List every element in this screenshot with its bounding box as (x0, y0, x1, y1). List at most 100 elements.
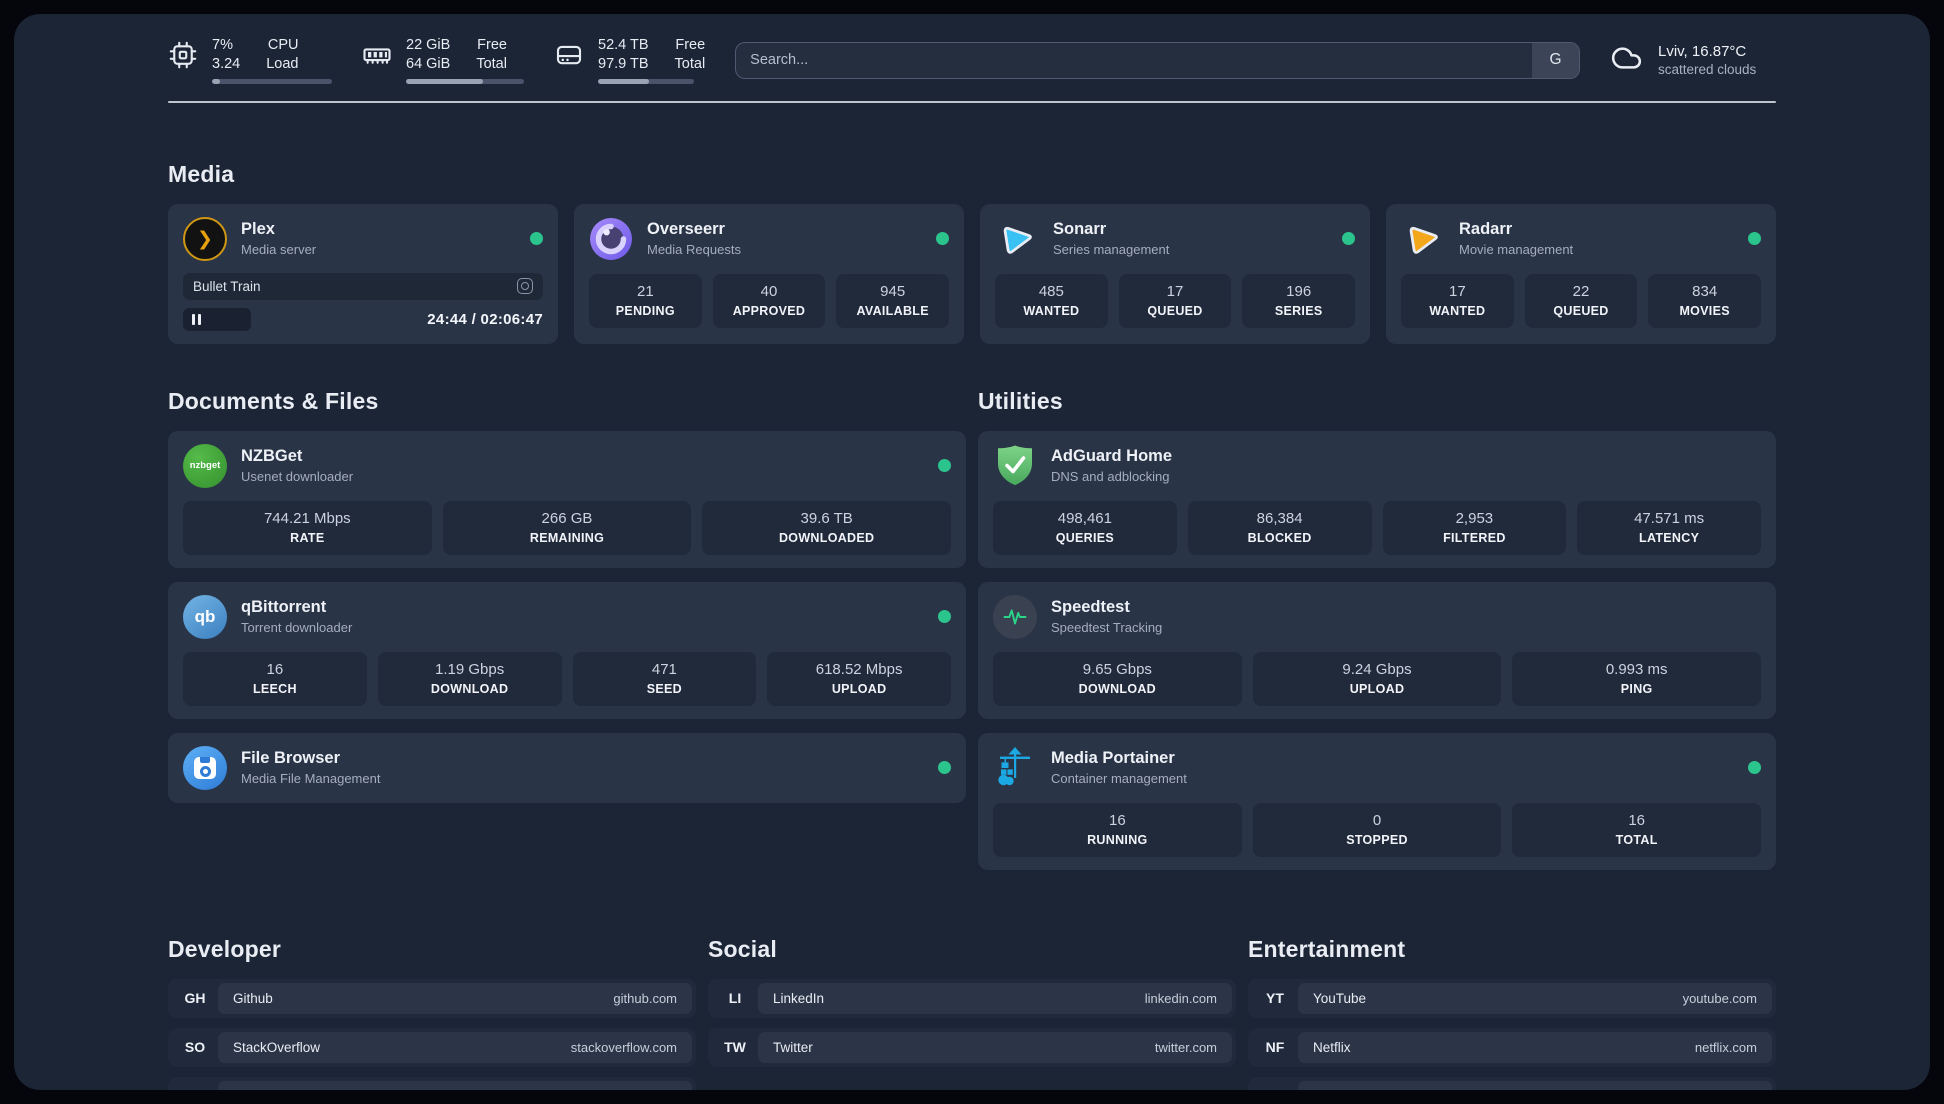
section-title-media: Media (168, 160, 235, 187)
bookmark-netflix[interactable]: NF Netflix netflix.com (1248, 1027, 1776, 1067)
cloud-icon (1608, 42, 1645, 79)
playback-progress (183, 307, 252, 331)
bookmark-twitter[interactable]: TW Twitter twitter.com (708, 1027, 1236, 1067)
bookmark-dev[interactable]: DT DEV dev.to (168, 1076, 696, 1091)
memory-usage-bar (406, 79, 524, 84)
filebrowser-icon (183, 745, 227, 790)
bookmark-abbr: GH (184, 990, 206, 1006)
app-card-portainer[interactable]: Media Portainer Container management 16 R… (978, 732, 1776, 870)
sonarr-icon (995, 217, 1039, 261)
app-card-plex[interactable]: ❯ Plex Media server Bullet Train 24:44 / (168, 203, 558, 344)
app-name: Radarr (1459, 220, 1513, 238)
overseerr-icon (589, 217, 633, 261)
topbar-divider (168, 101, 1776, 103)
bookmark-name: YouTube (1313, 990, 1367, 1006)
search-engine-button[interactable]: G (1532, 42, 1579, 78)
load-label: Load (266, 56, 299, 72)
bookmark-youtube[interactable]: YT YouTube youtube.com (1248, 978, 1776, 1018)
bookmark-name: Netflix (1313, 1039, 1351, 1055)
stat-filtered: 2,953 FILTERED (1382, 500, 1567, 555)
stat-upload: 618.52 Mbps UPLOAD (767, 651, 951, 706)
app-subtitle: DNS and adblocking (1051, 469, 1170, 484)
app-card-radarr[interactable]: Radarr Movie management 17 WANTED 22 QUEUE… (1386, 203, 1776, 344)
app-name: File Browser (241, 749, 341, 767)
stat-seed: 471 SEED (572, 651, 757, 706)
session-display-icon (517, 278, 533, 294)
bookmark-github[interactable]: GH Github github.com (168, 978, 696, 1018)
stat-ping: 0.993 ms PING (1512, 651, 1761, 706)
status-dot (938, 459, 951, 472)
search-bar[interactable]: G (735, 41, 1580, 79)
section-title-documents: Documents & Files (168, 387, 379, 414)
app-name: NZBGet (241, 447, 303, 465)
stat-running: 16 RUNNING (993, 802, 1242, 857)
bookmark-name: DEV (233, 1089, 261, 1091)
app-name: Overseerr (647, 220, 725, 238)
stat-pending: 21 PENDING (589, 273, 702, 328)
memory-free-label: Free (477, 37, 507, 53)
disk-total-value: 97.9 TB (598, 56, 649, 72)
qbittorrent-icon: qb (183, 594, 227, 639)
bookmark-group-entertainment: Entertainment YT YouTube youtube.com NF … (1248, 936, 1776, 1091)
app-card-adguard[interactable]: AdGuard Home DNS and adblocking 498,461 Q… (978, 430, 1776, 568)
disk-free-value: 52.4 TB (598, 37, 649, 53)
stat-leech: 16 LEECH (183, 651, 367, 706)
bookmark-name: LinkedIn (773, 990, 825, 1006)
bookmark-url: reddit.com (1696, 1089, 1757, 1091)
stat-rate: 744.21 Mbps RATE (183, 500, 432, 555)
app-name: AdGuard Home (1051, 447, 1173, 465)
bookmark-group-developer: Developer GH Github github.com SO StackO… (168, 936, 696, 1091)
app-subtitle: Movie management (1459, 242, 1574, 257)
bookmark-stackoverflow[interactable]: SO StackOverflow stackoverflow.com (168, 1027, 696, 1067)
section-title-social: Social (708, 935, 777, 962)
app-name: Plex (241, 220, 275, 238)
status-dot (1748, 232, 1761, 245)
disk-total-label: Total (674, 56, 706, 72)
status-dot (1748, 761, 1761, 774)
cpu-chip-icon (168, 40, 198, 70)
bookmark-linkedin[interactable]: LI LinkedIn linkedin.com (708, 978, 1236, 1018)
speedtest-icon (993, 594, 1037, 639)
disk-icon (554, 40, 584, 70)
adguard-icon (993, 444, 1037, 488)
stat-latency: 47.571 ms LATENCY (1577, 500, 1761, 555)
app-subtitle: Usenet downloader (241, 469, 354, 484)
app-subtitle: Media server (241, 242, 317, 257)
bookmark-url: youtube.com (1682, 990, 1757, 1006)
app-card-qbittorrent[interactable]: qb qBittorrent Torrent downloader 16 LEEC… (168, 581, 966, 719)
disk-usage-bar (598, 79, 694, 84)
memory-total-value: 64 GiB (406, 56, 451, 72)
weather-widget[interactable]: Lviv, 16.87°C scattered clouds (1608, 42, 1776, 79)
cpu-label: CPU (267, 37, 299, 53)
app-card-sonarr[interactable]: Sonarr Series management 485 WANTED 17 QUE… (980, 203, 1370, 344)
app-subtitle: Container management (1051, 771, 1187, 786)
disk-stat: 52.4 TB 97.9 TB Free Total (554, 36, 705, 84)
app-subtitle: Torrent downloader (241, 620, 353, 635)
top-bar: 7% 3.24 CPU Load 22 GiB 64 GiB Free Tota… (168, 36, 1776, 84)
utilities-column: Utilities AdGuard Home DNS and adblockin… (978, 388, 1776, 884)
stat-queries: 498,461 QUERIES (993, 500, 1177, 555)
stat-download: 1.19 Gbps DOWNLOAD (377, 651, 562, 706)
media-card-grid: ❯ Plex Media server Bullet Train 24:44 / (168, 203, 1776, 344)
bookmark-url: dev.to (643, 1089, 677, 1091)
stat-download: 9.65 Gbps DOWNLOAD (993, 651, 1242, 706)
search-input[interactable] (736, 52, 1532, 68)
status-dot (530, 232, 543, 245)
disk-free-label: Free (675, 37, 706, 53)
stat-total: 16 TOTAL (1512, 802, 1761, 857)
bookmark-abbr: RE (1252, 1081, 1298, 1090)
stat-series: 196 SERIES (1242, 273, 1355, 328)
playback-time: 24:44 / 02:06:47 (427, 310, 543, 328)
bookmark-name: Twitter (773, 1039, 813, 1055)
stat-wanted: 485 WANTED (995, 273, 1108, 328)
app-card-nzbget[interactable]: nzbget NZBGet Usenet downloader 744.21 M… (168, 430, 966, 568)
memory-stat: 22 GiB 64 GiB Free Total (362, 36, 524, 84)
stat-movies: 834 MOVIES (1648, 273, 1761, 328)
app-card-filebrowser[interactable]: File Browser Media File Management (168, 732, 966, 803)
app-card-speedtest[interactable]: Speedtest Speedtest Tracking 9.65 Gbps DO… (978, 581, 1776, 719)
bookmark-abbr: LI (728, 990, 742, 1006)
stat-available: 945 AVAILABLE (836, 273, 949, 328)
bookmark-reddit[interactable]: RE Reddit reddit.com (1248, 1076, 1776, 1091)
app-card-overseerr[interactable]: Overseerr Media Requests 21 PENDING 40 APP… (574, 203, 964, 344)
cpu-usage-value: 7% (212, 37, 233, 53)
